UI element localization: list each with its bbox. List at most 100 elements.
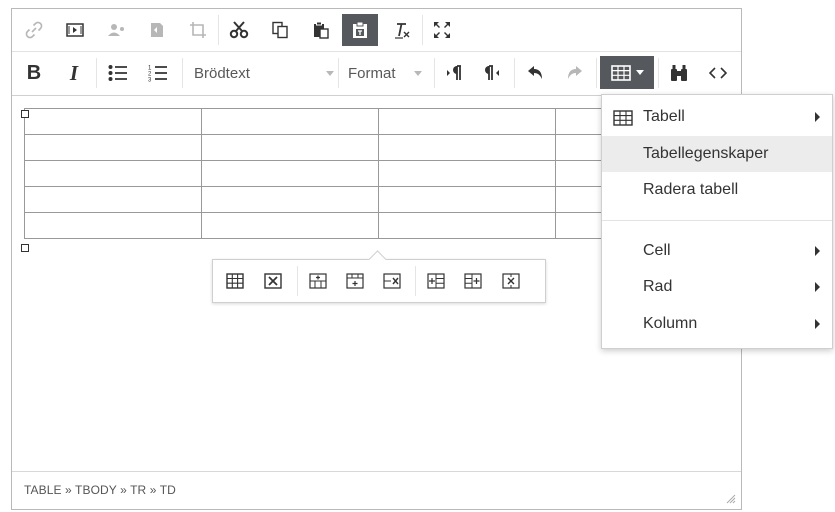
link-button[interactable] (18, 14, 50, 46)
table-cell[interactable] (24, 186, 202, 213)
table-cell[interactable] (378, 108, 556, 135)
paragraph-ltr-icon (447, 65, 461, 80)
resize-handle-bottom-left[interactable] (21, 244, 29, 252)
redo-button[interactable] (558, 57, 590, 89)
format-value: Format (348, 64, 396, 82)
delete-column-button[interactable] (496, 265, 526, 297)
image-icon (151, 23, 163, 37)
binoculars-icon (671, 65, 687, 81)
menu-item-column[interactable]: Kolumn (602, 306, 832, 342)
delete-table-button[interactable] (258, 265, 288, 297)
source-code-button[interactable] (702, 57, 734, 89)
menu-item-delete-table[interactable]: Radera tabell (602, 172, 832, 208)
statusbar: TABLE » TBODY » TR » TD (12, 471, 741, 509)
format-select[interactable]: Format (348, 57, 428, 89)
undo-icon (528, 66, 542, 79)
bullet-list-icon (108, 65, 127, 81)
menu-item-row[interactable]: Rad (602, 269, 832, 305)
chevron-down-icon (635, 70, 644, 75)
bold-button[interactable]: B (18, 57, 50, 89)
code-icon (709, 67, 727, 79)
find-replace-button[interactable] (663, 57, 695, 89)
anchor-icon (108, 24, 124, 36)
element-path[interactable]: TABLE » TBODY » TR » TD (24, 483, 176, 497)
table-cell[interactable] (24, 134, 202, 161)
redo-icon (568, 66, 582, 79)
cut-button[interactable] (223, 14, 255, 46)
crop-icon (190, 22, 206, 38)
insert-row-before-icon (309, 273, 327, 289)
menu-item-label: Tabellegenskaper (643, 145, 769, 162)
block-format-select[interactable]: Brödtext (194, 57, 334, 89)
cut-icon (229, 21, 249, 39)
insert-column-after-icon (464, 273, 482, 289)
italic-label: I (69, 60, 79, 85)
rtl-button[interactable] (476, 57, 508, 89)
media-icon (66, 23, 84, 37)
menu-item-table[interactable]: Tabell (602, 99, 832, 135)
table-cell[interactable] (24, 212, 202, 239)
table-cell[interactable] (201, 134, 379, 161)
menu-item-label: Rad (643, 278, 673, 295)
table-cell[interactable] (378, 186, 556, 213)
table-cell[interactable] (201, 108, 379, 135)
numbered-list-button[interactable]: 123 (142, 57, 174, 89)
undo-button[interactable] (520, 57, 552, 89)
table-cell[interactable] (24, 108, 202, 135)
table-button[interactable] (600, 56, 654, 89)
table-cell[interactable] (201, 160, 379, 187)
crop-button[interactable] (182, 14, 214, 46)
chevron-right-icon (815, 282, 820, 292)
italic-button[interactable]: I (58, 57, 90, 89)
fullscreen-button[interactable] (426, 14, 458, 46)
paste-text-icon (353, 21, 367, 38)
insert-row-after-icon (346, 273, 364, 289)
numbered-list-icon: 123 (148, 66, 167, 82)
delete-column-icon (502, 273, 520, 289)
menu-item-label: Tabell (643, 108, 685, 125)
paste-button[interactable] (305, 14, 337, 46)
toolbar-row-1 (12, 9, 741, 51)
copy-button[interactable] (264, 14, 296, 46)
table-properties-button[interactable] (220, 265, 250, 297)
menu-divider (602, 220, 832, 221)
menu-item-cell[interactable]: Cell (602, 233, 832, 269)
paragraph-rtl-icon (485, 65, 499, 80)
chevron-right-icon (815, 112, 820, 122)
insert-column-before-icon (427, 273, 445, 289)
insert-column-before-button[interactable] (421, 265, 451, 297)
resize-handle-top-left[interactable] (21, 110, 29, 118)
menu-item-table-properties[interactable]: Tabellegenskaper (602, 136, 832, 172)
anchor-button[interactable] (100, 14, 132, 46)
delete-row-button[interactable] (377, 265, 407, 297)
menu-item-label: Radera tabell (643, 181, 739, 198)
table-cell[interactable] (378, 212, 556, 239)
table-context-toolbar (212, 250, 546, 303)
table-cell[interactable] (201, 212, 379, 239)
media-button[interactable] (59, 14, 91, 46)
bold-label: B (26, 61, 42, 84)
table-properties-icon (226, 273, 244, 289)
copy-icon (272, 21, 288, 39)
image-button[interactable] (141, 14, 173, 46)
insert-column-after-button[interactable] (458, 265, 488, 297)
delete-table-icon (264, 273, 282, 289)
ltr-button[interactable] (438, 57, 470, 89)
table-icon (610, 64, 631, 81)
table-cell[interactable] (24, 160, 202, 187)
remove-format-button[interactable] (386, 14, 418, 46)
table-dropdown-menu: Tabell Tabellegenskaper Radera tabell Ce… (601, 94, 833, 349)
resize-grip-icon[interactable] (726, 494, 736, 504)
table-cell[interactable] (378, 160, 556, 187)
bullet-list-button[interactable] (102, 57, 134, 89)
chevron-down-icon (414, 70, 422, 76)
table-cell[interactable] (378, 134, 556, 161)
insert-row-after-button[interactable] (340, 265, 370, 297)
toolbar-row-2: B I 123 Brödtext Format (12, 52, 741, 94)
table-cell[interactable] (201, 186, 379, 213)
paste-as-text-button[interactable] (342, 14, 378, 46)
chevron-right-icon (815, 319, 820, 329)
insert-row-before-button[interactable] (303, 265, 333, 297)
menu-item-label: Cell (643, 242, 671, 259)
fullscreen-icon (434, 22, 450, 38)
